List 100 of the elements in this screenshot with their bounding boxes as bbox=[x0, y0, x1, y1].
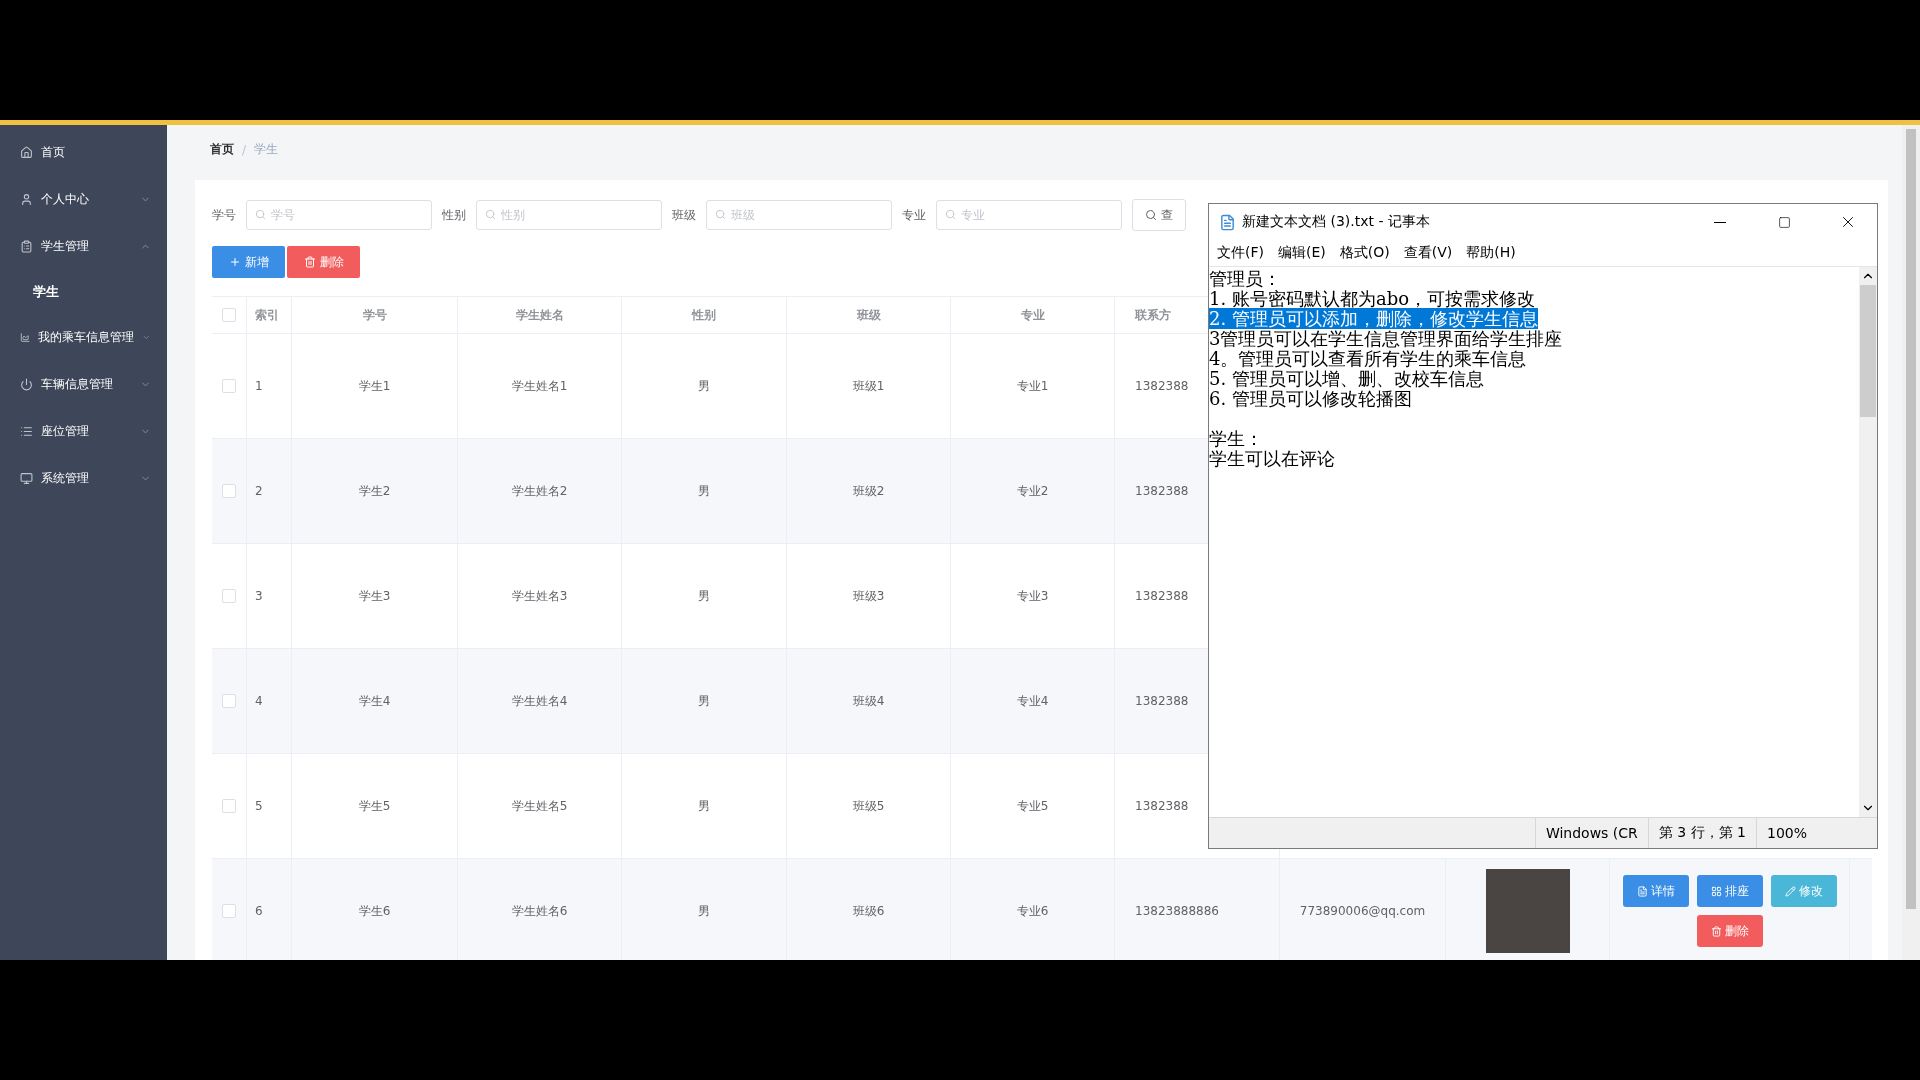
table-cell: 学生姓名2 bbox=[458, 439, 622, 543]
user-icon bbox=[20, 193, 33, 206]
table-cell: 专业2 bbox=[951, 439, 1115, 543]
home-icon bbox=[20, 146, 33, 159]
table-cell: 2 bbox=[247, 439, 292, 543]
sidebar-item[interactable]: 座位管理 bbox=[0, 408, 167, 455]
search-icon bbox=[715, 209, 726, 220]
table-cell: 学生1 bbox=[292, 334, 458, 438]
search-field[interactable]: 性别 bbox=[476, 200, 662, 230]
table-cell: 专业4 bbox=[951, 649, 1115, 753]
maximize-icon bbox=[1777, 215, 1791, 229]
field-label: 学号 bbox=[212, 206, 236, 224]
table-cell: 专业6 bbox=[951, 859, 1115, 960]
table-cell: 专业5 bbox=[951, 754, 1115, 858]
table-cell: 13823888886 bbox=[1115, 859, 1280, 960]
grid-icon bbox=[1710, 885, 1722, 897]
table-cell: 男 bbox=[622, 649, 787, 753]
menu-item[interactable]: 查看(V) bbox=[1397, 240, 1459, 266]
table-cell: 班级2 bbox=[787, 439, 951, 543]
search-icon bbox=[255, 209, 266, 220]
sidebar-subitem[interactable]: 学生 bbox=[0, 270, 167, 314]
chart-icon bbox=[20, 331, 31, 344]
table-cell: 学生姓名6 bbox=[458, 859, 622, 960]
table-cell: 专业3 bbox=[951, 544, 1115, 648]
table-cell: 学生4 bbox=[292, 649, 458, 753]
table-cell: 学生5 bbox=[292, 754, 458, 858]
status-text: Windows (CR bbox=[1534, 818, 1648, 848]
field-label: 班级 bbox=[672, 206, 696, 224]
status-text: 第 3 行，第 1 bbox=[1647, 818, 1756, 848]
checkbox[interactable] bbox=[222, 799, 236, 813]
table-cell: 班级6 bbox=[787, 859, 951, 960]
table-cell: 班级1 bbox=[787, 334, 951, 438]
sidebar-item[interactable]: 车辆信息管理 bbox=[0, 361, 167, 408]
sidebar-item[interactable]: 我的乘车信息管理 bbox=[0, 314, 167, 361]
search-icon bbox=[945, 209, 956, 220]
table-cell: 男 bbox=[622, 754, 787, 858]
text-line: 管理员： bbox=[1209, 268, 1281, 289]
table-cell: 学生姓名3 bbox=[458, 544, 622, 648]
table-cell: 4 bbox=[247, 649, 292, 753]
power-icon bbox=[20, 378, 33, 391]
table-cell: 1 bbox=[247, 334, 292, 438]
checkbox[interactable] bbox=[222, 904, 236, 918]
sidebar-item[interactable]: 学生管理 bbox=[0, 223, 167, 270]
table-cell: 学生姓名5 bbox=[458, 754, 622, 858]
monitor-icon bbox=[20, 472, 33, 485]
sidebar-item[interactable]: 个人中心 bbox=[0, 176, 167, 223]
column-header: 学号 bbox=[292, 297, 458, 333]
table-cell: 班级5 bbox=[787, 754, 951, 858]
checkbox[interactable] bbox=[222, 484, 236, 498]
search-icon bbox=[1145, 209, 1157, 221]
table-cell: 男 bbox=[622, 439, 787, 543]
breadcrumb-link[interactable]: 首页 bbox=[210, 141, 234, 158]
table-cell: 5 bbox=[247, 754, 292, 858]
column-header: 索引 bbox=[247, 297, 292, 333]
window-title: 新建文本文档 (3).txt - 记事本 bbox=[1242, 213, 1431, 231]
column-header: 专业 bbox=[951, 297, 1115, 333]
search-field[interactable]: 学号 bbox=[246, 200, 432, 230]
menu-item[interactable]: 格式(O) bbox=[1333, 240, 1396, 266]
table-cell: 专业1 bbox=[951, 334, 1115, 438]
checkbox[interactable] bbox=[222, 589, 236, 603]
scrollbar-thumb[interactable] bbox=[1860, 285, 1876, 417]
field-label: 专业 bbox=[902, 206, 926, 224]
table-cell: 学生3 bbox=[292, 544, 458, 648]
table-cell: 3 bbox=[247, 544, 292, 648]
menu-item[interactable]: 帮助(H) bbox=[1460, 240, 1522, 266]
breadcrumb-separator: / bbox=[242, 142, 247, 157]
table-cell: 学生姓名4 bbox=[458, 649, 622, 753]
sidebar-item[interactable]: 首页 bbox=[0, 129, 167, 176]
document-icon bbox=[1636, 885, 1648, 897]
menu-item[interactable]: 编辑(E) bbox=[1272, 240, 1332, 266]
field-label: 性别 bbox=[442, 206, 466, 224]
clipboard-icon bbox=[20, 240, 33, 253]
status-text: 100% bbox=[1755, 818, 1817, 848]
plus-icon bbox=[228, 256, 241, 268]
checkbox[interactable] bbox=[222, 308, 236, 322]
menu-item[interactable]: 文件(F) bbox=[1211, 240, 1270, 266]
trash-icon bbox=[1710, 925, 1722, 937]
pencil-icon bbox=[1784, 885, 1796, 897]
search-button[interactable]: 查 bbox=[1132, 199, 1186, 231]
table-cell: 6 bbox=[247, 859, 292, 960]
checkbox[interactable] bbox=[222, 694, 236, 708]
trash-icon bbox=[303, 256, 316, 268]
scrollbar-thumb[interactable] bbox=[1906, 129, 1916, 909]
table-cell: 学生姓名1 bbox=[458, 334, 622, 438]
table-cell: 男 bbox=[622, 544, 787, 648]
table-cell: 班级3 bbox=[787, 544, 951, 648]
checkbox[interactable] bbox=[222, 379, 236, 393]
list-icon bbox=[20, 425, 33, 438]
column-header: 班级 bbox=[787, 297, 951, 333]
search-field[interactable]: 专业 bbox=[936, 200, 1122, 230]
table-cell: 男 bbox=[622, 334, 787, 438]
table-cell: 班级4 bbox=[787, 649, 951, 753]
minimize-icon bbox=[1714, 221, 1726, 223]
search-icon bbox=[485, 209, 496, 220]
table-cell: 男 bbox=[622, 859, 787, 960]
search-field[interactable]: 班级 bbox=[706, 200, 892, 230]
table-cell: 学生6 bbox=[292, 859, 458, 960]
sidebar-item[interactable]: 系统管理 bbox=[0, 455, 167, 502]
table-cell: 773890006@qq.com bbox=[1280, 859, 1446, 960]
column-header: 学生姓名 bbox=[458, 297, 622, 333]
